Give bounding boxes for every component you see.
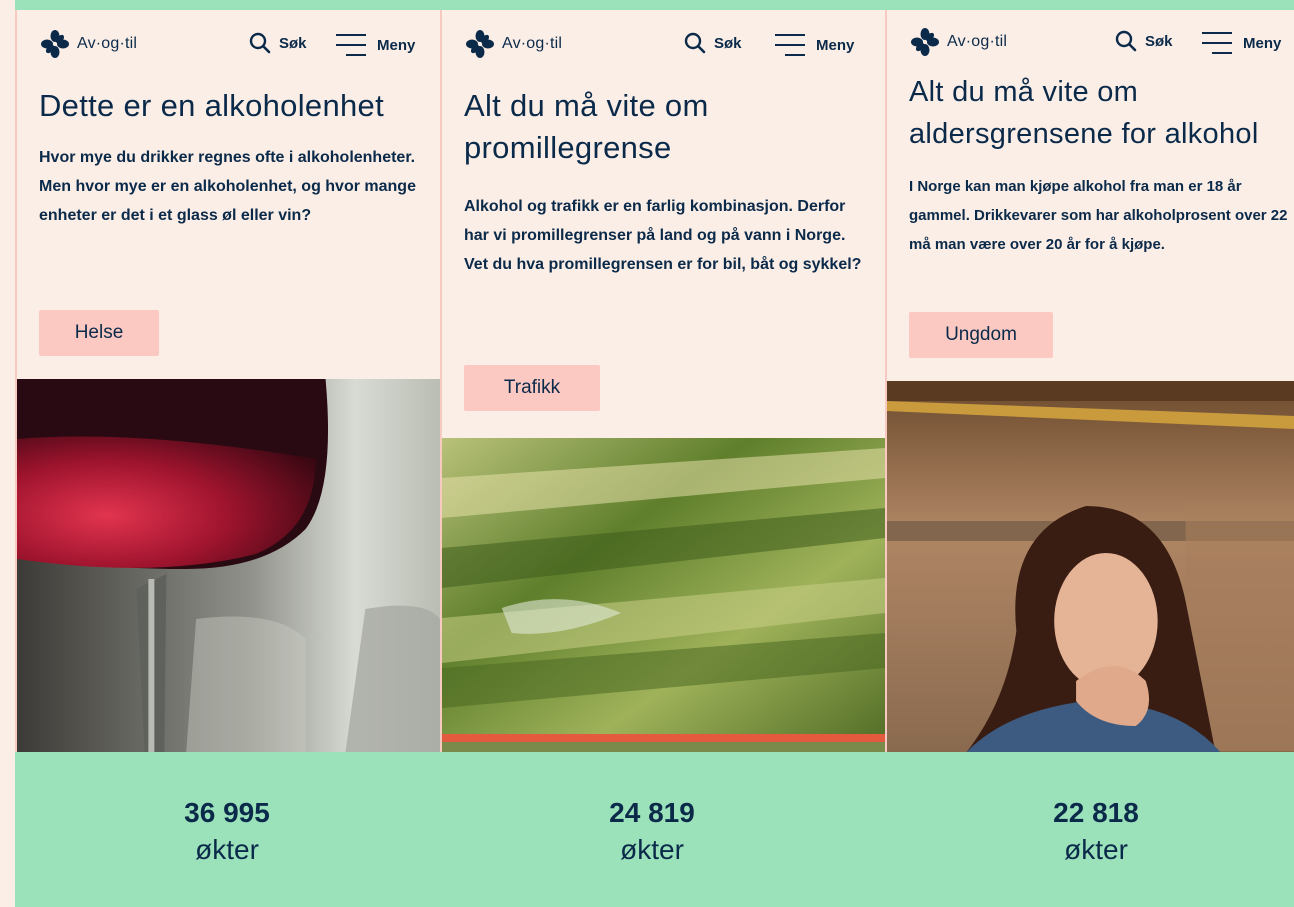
search-button[interactable]: Søk	[1115, 30, 1173, 52]
search-button[interactable]: Søk	[249, 32, 307, 54]
site-header: Av·og·til Søk Meny	[442, 24, 885, 64]
logo-text: Av·og·til	[502, 35, 563, 52]
stat-value: 24 819	[609, 797, 695, 828]
search-icon	[684, 32, 706, 54]
menu-button[interactable]: Meny	[335, 32, 415, 58]
stat-unit: økter	[620, 834, 684, 865]
article-card-aldersgrense[interactable]: Av·og·til Søk Meny Alt du må vite om ald…	[885, 10, 1294, 752]
logo[interactable]: Av·og·til	[41, 30, 137, 58]
stat-value: 36 995	[184, 797, 270, 828]
logo[interactable]: Av·og·til	[466, 30, 562, 58]
site-header: Av·og·til Søk Meny	[17, 24, 440, 64]
left-edge-strip	[0, 0, 15, 907]
stat-sessions-aldersgrense: 22 818 økter	[946, 795, 1246, 869]
young-woman-photo	[887, 381, 1294, 752]
tag-button-trafikk[interactable]: Trafikk	[464, 365, 600, 411]
flower-logo-icon	[911, 28, 939, 56]
logo-text: Av·og·til	[947, 33, 1008, 50]
flower-logo-icon	[41, 30, 69, 58]
wine-glass-photo	[17, 379, 440, 752]
stat-unit: økter	[195, 834, 259, 865]
flower-logo-icon	[466, 30, 494, 58]
hamburger-menu-icon	[775, 34, 805, 56]
stat-sessions-alkoholenhet: 36 995 økter	[77, 795, 377, 869]
tag-button-ungdom[interactable]: Ungdom	[909, 312, 1053, 358]
logo[interactable]: Av·og·til	[911, 28, 1007, 56]
tag-button-helse[interactable]: Helse	[39, 310, 159, 356]
article-title: Dette er en alkoholenhet	[39, 88, 384, 123]
menu-button[interactable]: Meny	[1201, 30, 1281, 56]
search-label: Søk	[714, 34, 742, 52]
menu-label: Meny	[377, 36, 416, 54]
article-description: Alkohol og trafikk er en farlig kombinas…	[464, 198, 862, 273]
search-button[interactable]: Søk	[684, 32, 742, 54]
article-description: Hvor mye du drikker regnes ofte i alkoho…	[39, 149, 416, 224]
logo-text: Av·og·til	[77, 35, 138, 52]
search-icon	[1115, 30, 1137, 52]
hamburger-menu-icon	[336, 34, 366, 56]
article-card-alkoholenhet[interactable]: Av·og·til Søk Meny Dette er en alkoholen…	[15, 10, 440, 752]
menu-button[interactable]: Meny	[774, 32, 854, 58]
search-label: Søk	[279, 34, 307, 52]
stat-value: 22 818	[1053, 797, 1139, 828]
article-title: Alt du må vite om promillegrense	[464, 88, 709, 165]
article-title: Alt du må vite om aldersgrensene for alk…	[909, 76, 1259, 150]
menu-label: Meny	[816, 36, 855, 54]
site-header: Av·og·til Søk Meny	[887, 22, 1294, 62]
article-card-promillegrense[interactable]: Av·og·til Søk Meny Alt du må vite om pro…	[440, 10, 885, 752]
stat-unit: økter	[1064, 834, 1128, 865]
search-label: Søk	[1145, 32, 1173, 50]
motion-blur-landscape-photo	[442, 438, 885, 752]
menu-label: Meny	[1243, 34, 1282, 52]
article-description: I Norge kan man kjøpe alkohol fra man er…	[909, 178, 1288, 253]
search-icon	[249, 32, 271, 54]
hamburger-menu-icon	[1202, 32, 1232, 54]
stat-sessions-promillegrense: 24 819 økter	[502, 795, 802, 869]
